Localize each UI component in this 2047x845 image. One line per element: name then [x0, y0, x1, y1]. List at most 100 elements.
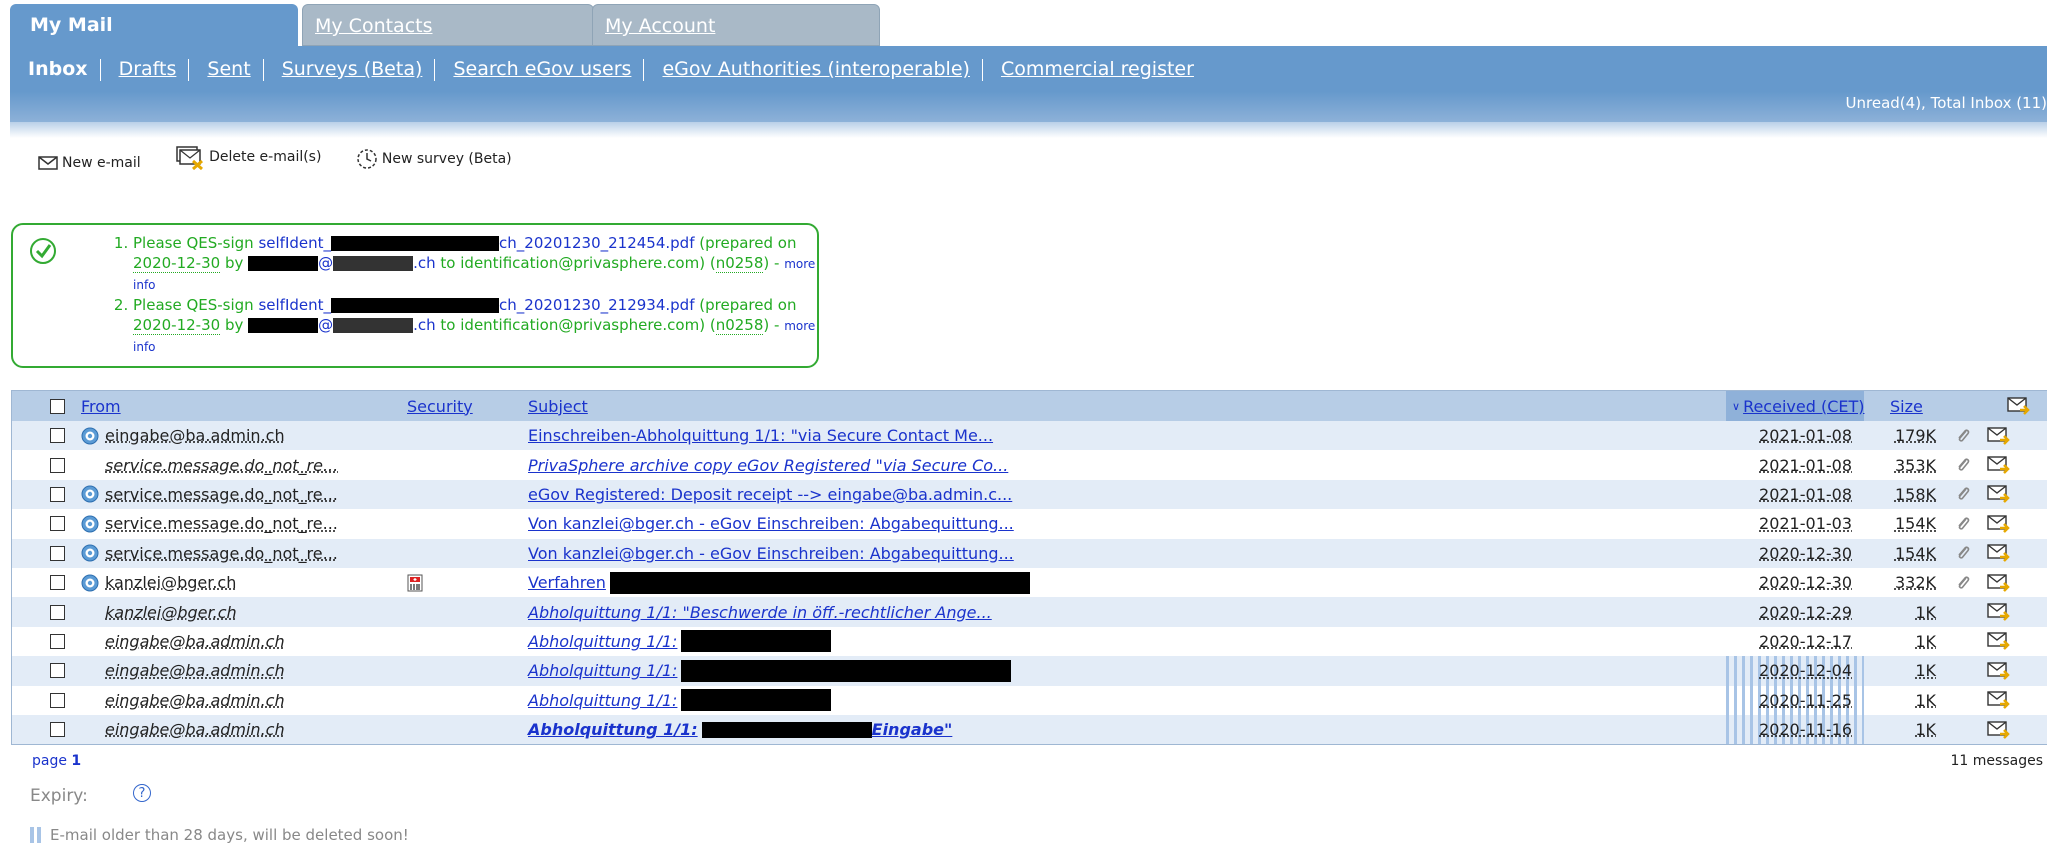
subnav-egov-authorities[interactable]: eGov Authorities (interoperable) — [662, 58, 969, 80]
read-receipt-icon[interactable] — [1986, 602, 2010, 622]
row-subject-link[interactable]: Abholquittung 1/1: — [528, 656, 1011, 685]
read-receipt-icon[interactable] — [1986, 720, 2010, 740]
row-sender[interactable]: eingabe@ba.admin.ch — [105, 627, 285, 656]
tab-my-mail[interactable]: My Mail — [10, 4, 298, 46]
subnav-inbox[interactable]: Inbox — [28, 58, 88, 80]
notice-text: by — [220, 316, 248, 334]
subnav-separator — [188, 59, 189, 81]
row-checkbox[interactable] — [50, 487, 65, 502]
column-subject[interactable]: Subject — [528, 391, 588, 421]
row-subject-link[interactable]: Einschreiben-Abholquittung 1/1: "via Sec… — [528, 421, 993, 450]
table-row[interactable]: eingabe@ba.admin.ch Abholquittung 1/1: Ein… — [12, 715, 2047, 744]
read-receipt-icon[interactable] — [1986, 661, 2010, 681]
row-sender[interactable]: kanzlei@bger.ch — [105, 597, 237, 626]
row-subject-link[interactable]: Abholquittung 1/1: — [528, 686, 831, 715]
new-survey-button[interactable]: New survey (Beta) — [356, 148, 512, 170]
row-checkbox[interactable] — [50, 722, 65, 737]
attachment-icon — [1955, 427, 1971, 445]
row-size: 1K — [1886, 597, 1936, 626]
secure-mail-icon — [81, 515, 99, 533]
row-received: 2021-01-08 — [1726, 421, 1864, 450]
row-subject-link[interactable]: Verfahren — [528, 568, 1030, 597]
redacted-block — [681, 630, 831, 652]
column-received[interactable]: ∨ Received (CET) — [1726, 391, 1864, 421]
row-sender[interactable]: eingabe@ba.admin.ch — [105, 421, 285, 450]
row-subject-link[interactable]: Abholquittung 1/1: "Beschwerde in öff.-r… — [528, 597, 992, 626]
sender-email-link[interactable]: @ .ch — [248, 254, 436, 272]
read-receipt-icon[interactable] — [1986, 690, 2010, 710]
table-row[interactable]: eingabe@ba.admin.ch Einschreiben-Abholqui… — [12, 421, 2047, 450]
row-date: 2020-11-16 — [1759, 720, 1852, 739]
sender-email-link[interactable]: @ .ch — [248, 316, 436, 334]
read-receipt-icon[interactable] — [1986, 543, 2010, 563]
row-checkbox[interactable] — [50, 516, 65, 531]
subnav-drafts[interactable]: Drafts — [119, 58, 177, 80]
read-receipt-icon[interactable] — [1986, 573, 2010, 593]
row-subject-link[interactable]: Abholquittung 1/1: Eingabe" — [528, 715, 952, 744]
row-size: 179K — [1886, 421, 1936, 450]
column-from[interactable]: From — [81, 391, 121, 421]
read-receipt-icon[interactable] — [1986, 514, 2010, 534]
row-subject-link[interactable]: Von kanzlei@bger.ch - eGov Einschreiben:… — [528, 509, 1014, 538]
row-sender[interactable]: service.message.do_not_re... — [105, 480, 338, 509]
read-receipt-icon[interactable] — [1986, 426, 2010, 446]
pdf-link[interactable]: selfIdent_ ch_20201230_212454.pdf — [258, 234, 694, 252]
row-checkbox[interactable] — [50, 663, 65, 678]
row-sender[interactable]: service.message.do_not_re... — [105, 509, 338, 538]
delete-emails-button[interactable]: Delete e-mail(s) — [175, 144, 321, 170]
table-row[interactable]: service.message.do_not_re... Von kanzlei@… — [12, 509, 2047, 538]
new-email-button[interactable]: New e-mail — [38, 155, 141, 171]
row-checkbox[interactable] — [50, 575, 65, 590]
table-row[interactable]: eingabe@ba.admin.ch Abholquittung 1/1: 202… — [12, 656, 2047, 685]
subnav-surveys[interactable]: Surveys (Beta) — [282, 58, 423, 80]
table-row[interactable]: eingabe@ba.admin.ch Abholquittung 1/1: 202… — [12, 686, 2047, 715]
row-subject-link[interactable]: eGov Registered: Deposit receipt --> ein… — [528, 480, 1012, 509]
row-checkbox[interactable] — [50, 546, 65, 561]
read-receipt-icon[interactable] — [1986, 631, 2010, 651]
tab-my-account[interactable]: My Account — [592, 4, 880, 46]
new-survey-label: New survey (Beta) — [382, 151, 512, 167]
column-notify[interactable] — [2006, 391, 2030, 421]
column-size[interactable]: Size — [1890, 391, 1923, 421]
table-row[interactable]: eingabe@ba.admin.ch Abholquittung 1/1: 202… — [12, 627, 2047, 656]
sort-desc-icon: ∨ — [1732, 400, 1740, 413]
row-checkbox[interactable] — [50, 428, 65, 443]
secure-mail-icon — [81, 574, 99, 592]
table-row[interactable]: service.message.do_not_re... eGov Registe… — [12, 480, 2047, 509]
row-subject-link[interactable]: PrivaSphere archive copy eGov Registered… — [528, 450, 1008, 479]
read-receipt-icon[interactable] — [1986, 484, 2010, 504]
subnav-sent[interactable]: Sent — [207, 58, 250, 80]
row-checkbox[interactable] — [50, 458, 65, 473]
notice-text: to identification@privasphere.com) ( — [436, 316, 716, 334]
table-row[interactable]: service.message.do_not_re... PrivaSphere … — [12, 450, 2047, 479]
row-subject-link[interactable]: Abholquittung 1/1: — [528, 627, 831, 656]
row-checkbox[interactable] — [50, 693, 65, 708]
table-row[interactable]: kanzlei@bger.ch Abholquittung 1/1: "Besch… — [12, 597, 2047, 626]
read-receipt-icon[interactable] — [1986, 455, 2010, 475]
tab-my-contacts[interactable]: My Contacts — [302, 4, 594, 46]
row-date: 2020-11-25 — [1759, 691, 1852, 710]
pdf-link[interactable]: selfIdent_ ch_20201230_212934.pdf — [258, 296, 694, 314]
row-sender[interactable]: service.message.do_not_re... — [105, 450, 338, 479]
page-number[interactable]: 1 — [71, 753, 81, 769]
row-sender[interactable]: eingabe@ba.admin.ch — [105, 715, 285, 744]
mail-subnav: Inbox Drafts Sent Surveys (Beta) Search … — [10, 46, 2047, 122]
help-icon[interactable]: ? — [133, 784, 151, 802]
row-sender[interactable]: eingabe@ba.admin.ch — [105, 656, 285, 685]
row-checkbox[interactable] — [50, 634, 65, 649]
row-checkbox[interactable] — [50, 605, 65, 620]
row-sender[interactable]: service.message.do_not_re... — [105, 539, 338, 568]
subnav-search-egov-users[interactable]: Search eGov users — [453, 58, 631, 80]
row-subject-link[interactable]: Von kanzlei@bger.ch - eGov Einschreiben:… — [528, 539, 1014, 568]
row-sender[interactable]: eingabe@ba.admin.ch — [105, 686, 285, 715]
row-size: 1K — [1886, 627, 1936, 656]
column-received-label: Received (CET) — [1743, 397, 1864, 416]
subnav-commercial-register[interactable]: Commercial register — [1001, 58, 1194, 80]
column-security[interactable]: Security — [407, 391, 473, 421]
table-row[interactable]: service.message.do_not_re... Von kanzlei@… — [12, 539, 2047, 568]
row-sender[interactable]: kanzlei@bger.ch — [105, 568, 236, 597]
table-row[interactable]: kanzlei@bger.ch Verfahren 2020-12-30 332K — [12, 568, 2047, 597]
attachment-icon — [1955, 574, 1971, 592]
select-all-checkbox[interactable] — [50, 399, 65, 414]
row-received: 2020-12-30 — [1726, 539, 1864, 568]
